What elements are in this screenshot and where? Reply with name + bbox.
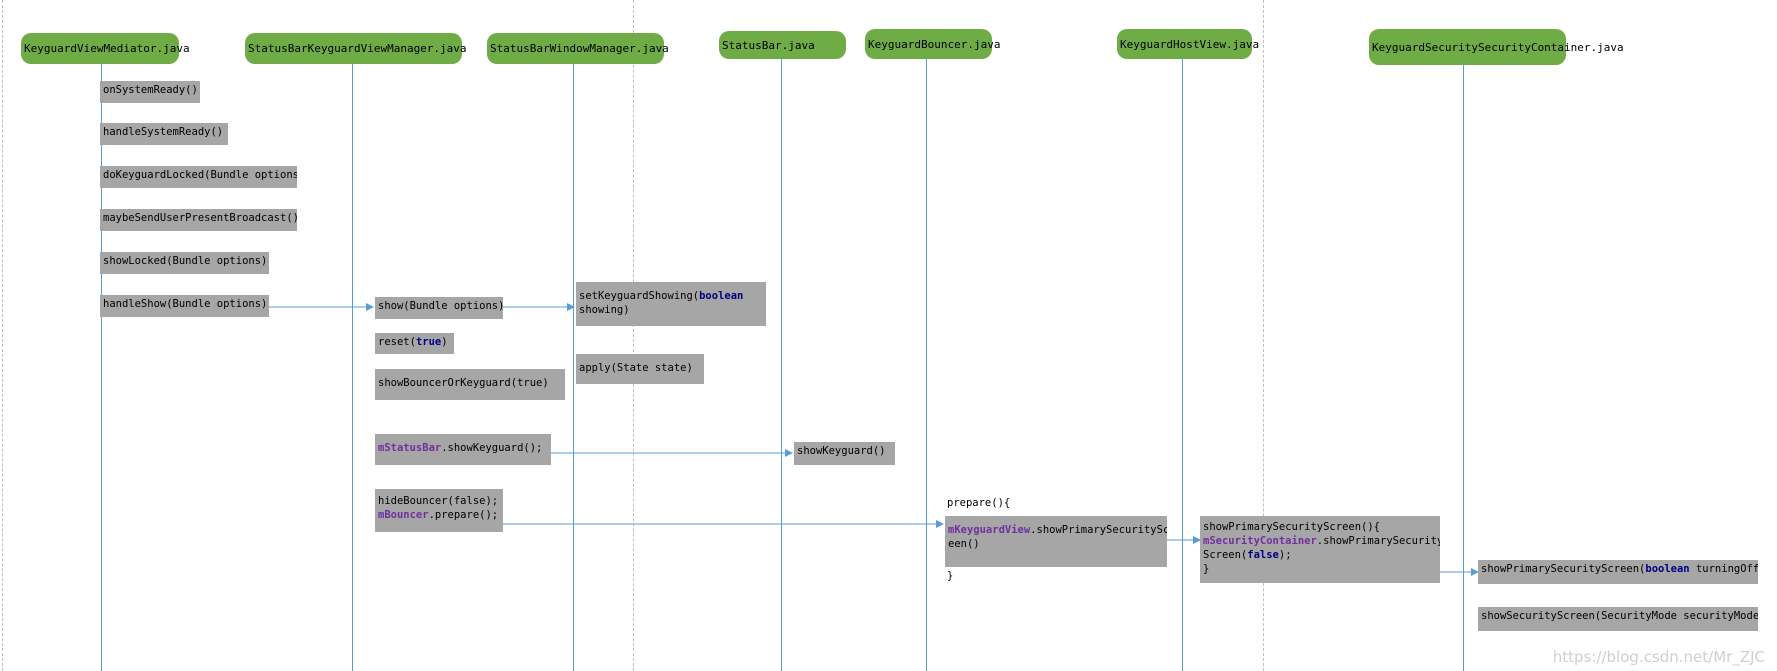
mkeyguardview-call-b: een() bbox=[948, 538, 980, 550]
call-handle-system-ready: handleSystemReady() bbox=[100, 123, 228, 145]
participant-status-bar-window-manager: StatusBarWindowManager.java bbox=[487, 33, 669, 64]
call-show-locked: showLocked(Bundle options) bbox=[100, 252, 269, 274]
call-do-keyguard-locked: doKeyguardLocked(Bundle options) bbox=[100, 166, 297, 188]
participant-keyguard-host-view: KeyguardHostView.java bbox=[1117, 29, 1259, 59]
call-reset: reset(true) bbox=[375, 333, 454, 354]
screen-keyword: false bbox=[1247, 549, 1279, 561]
mbouncer-field: mBouncer bbox=[378, 509, 429, 521]
call-mkeyguardview-show-primary: mKeyguardView.showPrimarySecurityScr een… bbox=[945, 516, 1167, 567]
screen-suffix: ); bbox=[1278, 549, 1292, 561]
set-showing-prefix: setKeyguardShowing( bbox=[579, 290, 700, 302]
set-showing-keyword: boolean bbox=[699, 290, 744, 302]
call-show-keyguard: showKeyguard() bbox=[794, 442, 895, 465]
call-show-security-screen: showSecurityScreen(SecurityMode security… bbox=[1478, 607, 1758, 631]
call-mstatusbar-show-keyguard: mStatusBar.showKeyguard(); bbox=[375, 434, 551, 465]
mkeyguardview-call-a: .showPrimarySecurityScr bbox=[1030, 524, 1167, 536]
call-host-view-show-primary: showPrimarySecurityScreen(){ mSecurityCo… bbox=[1200, 516, 1440, 583]
call-handle-show: handleShow(Bundle options) bbox=[100, 295, 269, 317]
prepare-open-label: prepare(){ bbox=[947, 497, 1011, 509]
reset-prefix: reset( bbox=[378, 336, 416, 348]
participant-status-bar: StatusBar.java bbox=[719, 31, 846, 59]
call-on-system-ready: onSystemReady() bbox=[100, 81, 200, 103]
host-close-line: } bbox=[1203, 563, 1210, 575]
primary-suffix: turningOff) bbox=[1689, 563, 1758, 575]
screen-prefix: Screen( bbox=[1203, 549, 1248, 561]
call-container-show-primary: showPrimarySecurityScreen(boolean turnin… bbox=[1478, 560, 1758, 584]
participant-status-bar-keyguard-view-manager: StatusBarKeyguardViewManager.java bbox=[245, 33, 467, 64]
call-maybe-send-user-present-broadcast: maybeSendUserPresentBroadcast() bbox=[100, 209, 297, 231]
msecuritycontainer-call: .showPrimarySecurity bbox=[1316, 535, 1440, 547]
participant-keyguard-view-mediator: KeyguardViewMediator.java bbox=[21, 33, 190, 64]
call-show-bouncer-or-keyguard: showBouncerOrKeyguard(true) bbox=[375, 369, 565, 400]
call-apply-state: apply(State state) bbox=[576, 354, 704, 384]
hide-bouncer-line: hideBouncer(false); bbox=[378, 495, 499, 507]
set-showing-suffix: showing) bbox=[579, 304, 630, 316]
mbouncer-call: .prepare(); bbox=[428, 509, 499, 521]
reset-keyword: true bbox=[415, 336, 442, 348]
mstatusbar-field: mStatusBar bbox=[378, 442, 442, 454]
prepare-close-label: } bbox=[947, 570, 954, 582]
mkeyguardview-field: mKeyguardView bbox=[948, 524, 1031, 536]
call-hide-bouncer-prepare: hideBouncer(false); mBouncer.prepare(); bbox=[375, 489, 503, 532]
mstatusbar-call: .showKeyguard(); bbox=[441, 442, 543, 454]
watermark: https://blog.csdn.net/Mr_ZJC bbox=[1552, 648, 1765, 666]
call-set-keyguard-showing: setKeyguardShowing(boolean showing) bbox=[576, 282, 766, 326]
participant-keyguard-bouncer: KeyguardBouncer.java bbox=[865, 29, 1000, 59]
primary-keyword: boolean bbox=[1645, 563, 1690, 575]
host-open-line: showPrimarySecurityScreen(){ bbox=[1203, 521, 1381, 533]
msecuritycontainer-field: mSecurityContainer bbox=[1203, 535, 1317, 547]
participant-keyguard-security-container: KeyguardSecuritySecurityContainer.java bbox=[1369, 29, 1624, 65]
call-show: show(Bundle options) bbox=[375, 297, 503, 319]
reset-suffix: ) bbox=[441, 336, 448, 348]
primary-prefix: showPrimarySecurityScreen( bbox=[1481, 563, 1646, 575]
